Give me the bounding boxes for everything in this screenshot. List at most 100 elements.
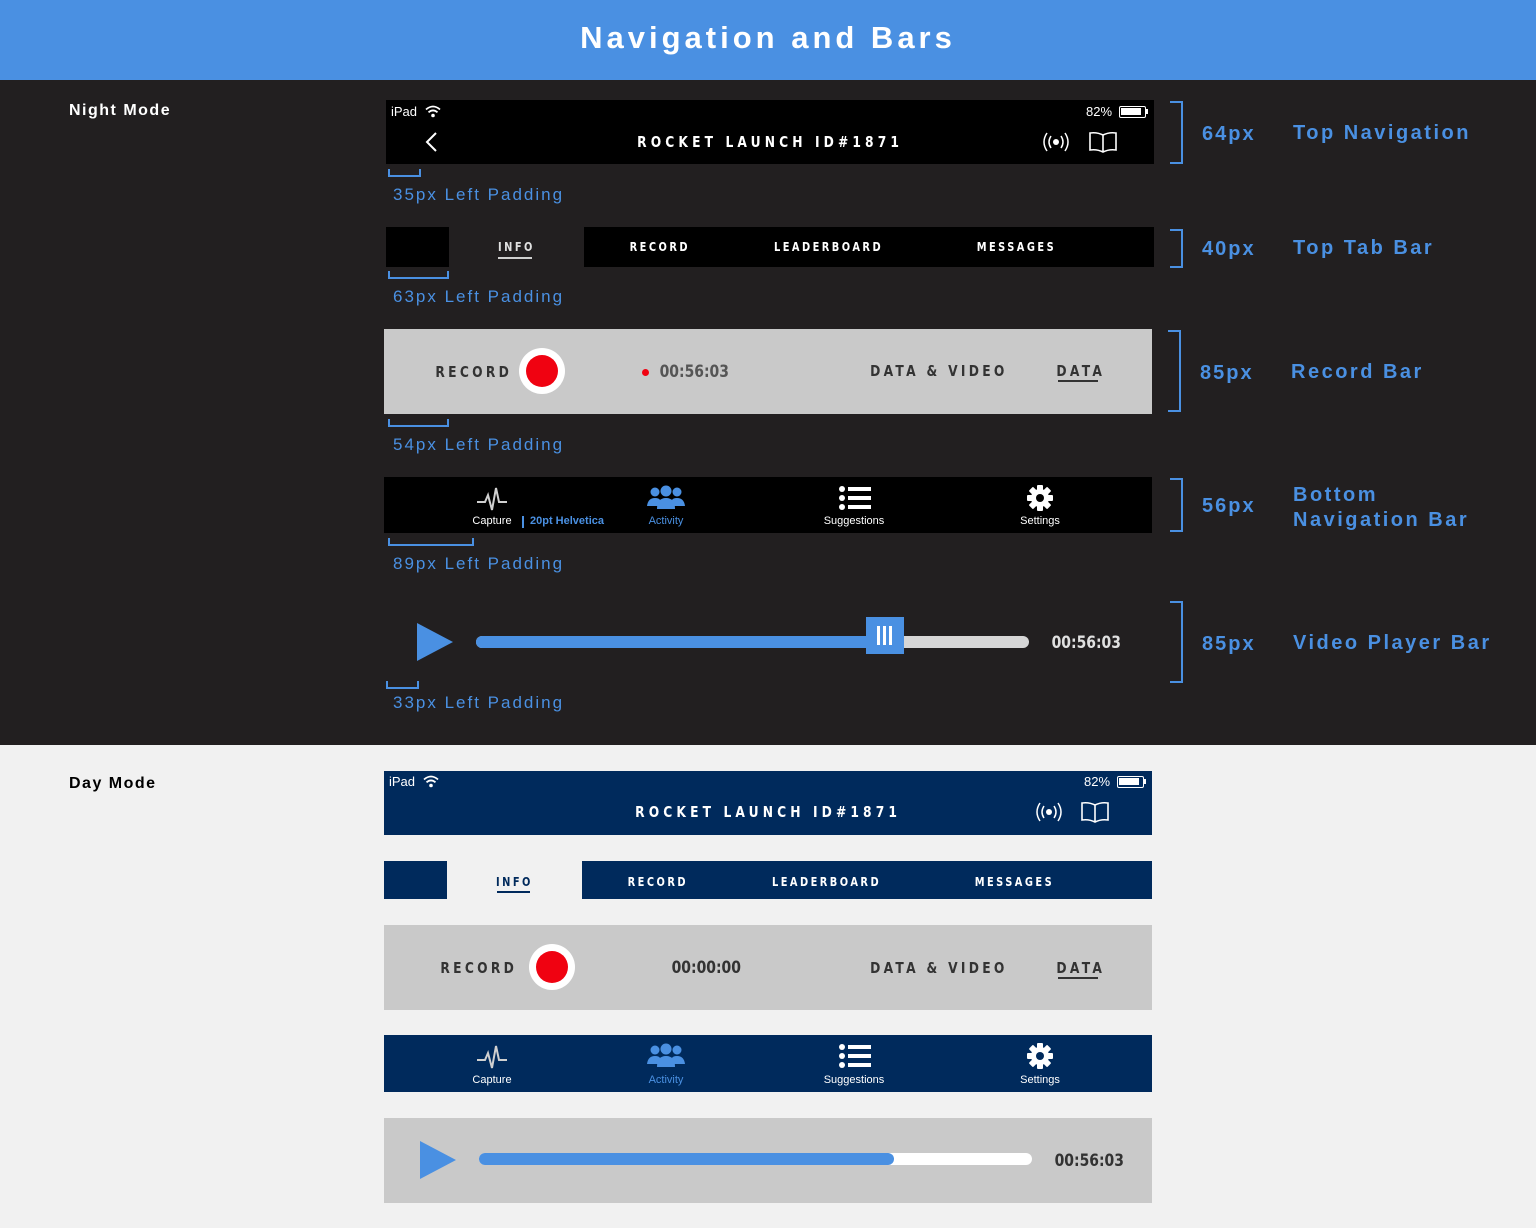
day-tab-leaderboard[interactable]: LEADERBOARD (760, 873, 890, 891)
settings-label: Settings (1020, 515, 1060, 527)
component-name-5: Video Player Bar (1293, 632, 1492, 654)
day-battery-tip (1144, 779, 1146, 784)
recording-dot (642, 369, 649, 376)
day-device-label: iPad (389, 774, 416, 789)
data-label: DATA (1056, 362, 1106, 380)
capture-label: Capture (472, 515, 512, 527)
day-group-icon (647, 1043, 685, 1067)
bottom-nav-capture[interactable]: Capture (462, 482, 522, 532)
activity-label: Activity (648, 515, 684, 527)
book-icon[interactable] (1088, 130, 1118, 154)
progress-fill (476, 636, 885, 648)
battery-percent: 82% (1086, 104, 1113, 119)
night-tab-messages[interactable]: MESSAGES (966, 238, 1066, 256)
day-battery-percent: 82% (1084, 774, 1111, 789)
night-record-bar: RECORD 00:56:03 DATA & VIDEO DATA (384, 329, 1152, 414)
font-note: 20pt Helvetica (530, 515, 604, 527)
bottom-nav-activity[interactable]: Activity (636, 482, 696, 532)
broadcast-icon[interactable] (1042, 130, 1070, 154)
data-video-option[interactable]: DATA & VIDEO (854, 362, 1024, 381)
list-icon (839, 486, 871, 510)
day-record-button[interactable] (529, 944, 575, 990)
day-data-option[interactable]: DATA (1046, 959, 1116, 978)
pulse-icon (477, 487, 507, 511)
top-nav-title-wrap: ROCKET LAUNCH ID#1871 (386, 133, 1154, 152)
wifi-icon (425, 105, 441, 118)
gear-icon (1027, 485, 1053, 511)
day-bottom-nav-capture[interactable]: Capture (462, 1040, 522, 1090)
day-broadcast-icon[interactable] (1035, 800, 1063, 824)
day-record-label-wrap: RECORD (429, 959, 529, 978)
day-tab-info-label: INFO (495, 875, 533, 889)
day-data-video-option[interactable]: DATA & VIDEO (854, 959, 1024, 978)
day-record-bar: RECORD 00:00:00 DATA & VIDEO DATA (384, 925, 1152, 1010)
day-record-timer: 00:00:00 (671, 958, 741, 978)
night-tab-leaderboard[interactable]: LEADERBOARD (762, 238, 892, 256)
player-time-wrap: 00:56:03 (1044, 633, 1124, 653)
top-nav-title: ROCKET LAUNCH ID#1871 (637, 133, 903, 151)
tab-leaderboard-label: LEADERBOARD (773, 240, 884, 254)
size-bracket-2 (1170, 229, 1183, 268)
day-pulse-icon (477, 1045, 507, 1069)
size-label-5: 85px (1202, 633, 1256, 655)
day-suggestions-label: Suggestions (823, 1074, 885, 1086)
player-time: 00:56:03 (1051, 633, 1121, 653)
day-data-label: DATA (1056, 959, 1106, 977)
size-bracket-4 (1170, 478, 1183, 532)
data-underline (1058, 380, 1098, 382)
tab-info-label: INFO (497, 240, 535, 254)
day-top-navigation: iPad 82% ROCKET LAUNCH ID#1871 (384, 771, 1152, 835)
day-bottom-nav-settings[interactable]: Settings (1010, 1040, 1070, 1090)
record-label-wrap: RECORD (424, 363, 524, 382)
bottom-nav-suggestions[interactable]: Suggestions (814, 482, 894, 532)
day-tab-info[interactable]: INFO (479, 873, 549, 891)
size-label-1: 64px (1202, 123, 1256, 145)
day-tab-messages-label: MESSAGES (974, 875, 1054, 889)
font-note-marker (522, 516, 524, 528)
tab-record-label: RECORD (629, 240, 691, 254)
day-bottom-nav-suggestions[interactable]: Suggestions (814, 1040, 894, 1090)
scrubber-handle[interactable] (866, 617, 904, 654)
day-capture-label: Capture (472, 1074, 512, 1086)
day-bottom-nav-activity[interactable]: Activity (636, 1040, 696, 1090)
bottom-nav-settings[interactable]: Settings (1010, 482, 1070, 532)
day-tab-messages[interactable]: MESSAGES (964, 873, 1064, 891)
day-gear-icon (1027, 1043, 1053, 1069)
padding-bracket-3 (388, 419, 449, 427)
padding-label-2: 63px Left Padding (393, 287, 565, 306)
tab-messages-label: MESSAGES (976, 240, 1056, 254)
day-bottom-navigation: Capture Activity Suggestions Settings (384, 1035, 1152, 1092)
component-name-3: Record Bar (1291, 361, 1424, 383)
day-record-label: RECORD (440, 959, 518, 977)
night-tab-record[interactable]: RECORD (615, 238, 705, 256)
day-data-underline (1058, 977, 1098, 979)
day-mode-label: Day Mode (69, 775, 157, 792)
night-tab-info[interactable]: INFO (481, 238, 551, 256)
record-timer-wrap: 00:56:03 (652, 362, 732, 382)
component-name-1: Top Navigation (1293, 122, 1471, 144)
record-button[interactable] (519, 348, 565, 394)
size-label-4: 56px (1202, 495, 1256, 517)
size-bracket-5 (1170, 601, 1183, 683)
record-timer: 00:56:03 (659, 362, 729, 382)
day-tab-record[interactable]: RECORD (613, 873, 703, 891)
device-label: iPad (391, 104, 418, 119)
padding-label-3: 54px Left Padding (393, 435, 565, 454)
component-name-2: Top Tab Bar (1293, 237, 1435, 259)
day-tab-leaderboard-label: LEADERBOARD (771, 875, 882, 889)
suggestions-label: Suggestions (823, 515, 885, 527)
day-wifi-icon (423, 775, 439, 788)
data-option[interactable]: DATA (1046, 362, 1116, 381)
record-label: RECORD (435, 363, 513, 381)
day-progress-fill (479, 1153, 894, 1165)
size-label-3: 85px (1200, 362, 1254, 384)
padding-bracket-4 (388, 538, 474, 546)
padding-bracket-2 (388, 271, 449, 279)
day-top-nav-title: ROCKET LAUNCH ID#1871 (635, 803, 901, 821)
night-tab-bar-left-block (386, 227, 449, 267)
size-bracket-1 (1170, 101, 1183, 164)
day-book-icon[interactable] (1080, 800, 1110, 824)
data-video-label: DATA & VIDEO (870, 362, 1008, 380)
day-play-icon[interactable] (420, 1141, 456, 1179)
play-icon[interactable] (417, 623, 453, 661)
